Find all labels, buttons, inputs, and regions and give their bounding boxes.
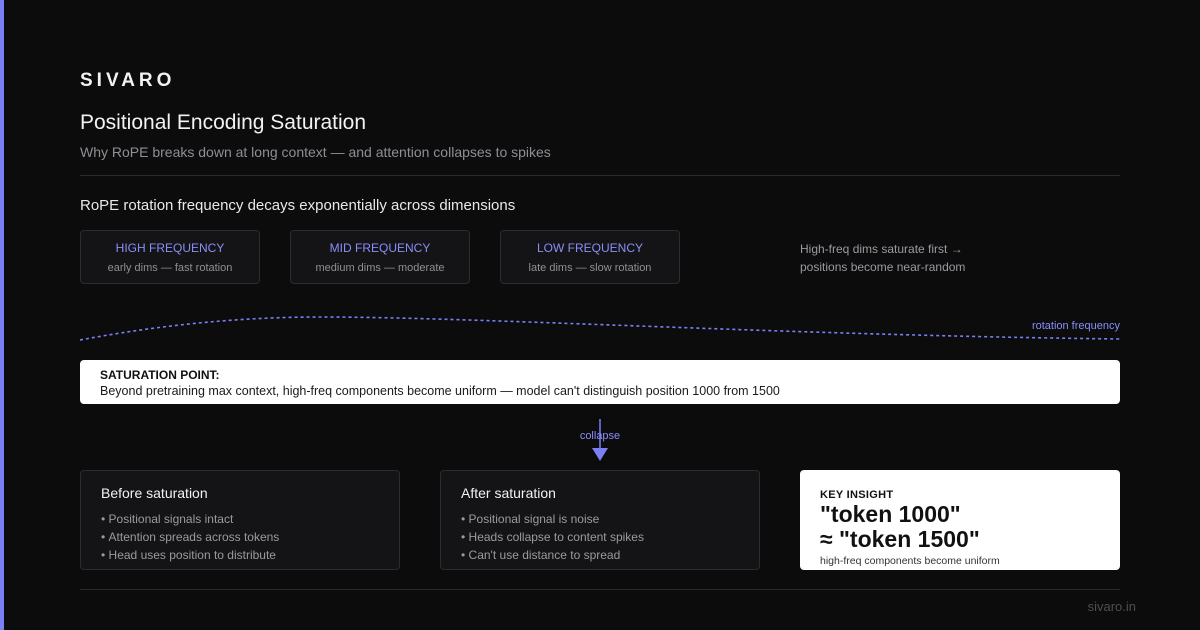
list-item: Positional signal is noise bbox=[461, 510, 739, 528]
card-description: early dims — fast rotation bbox=[107, 262, 233, 274]
arrow-label: collapse bbox=[579, 430, 621, 442]
footer-url: sivaro.in bbox=[1087, 599, 1136, 614]
list-item: Heads collapse to content spikes bbox=[461, 528, 739, 546]
insight-line-1: "token 1000" bbox=[820, 501, 961, 527]
saturation-body: Beyond pretraining max context, high-fre… bbox=[100, 384, 780, 398]
insight-heading: KEY INSIGHT bbox=[820, 489, 894, 501]
frequency-curve-line bbox=[80, 316, 1120, 341]
page-subtitle: Why RoPE breaks down at long context — a… bbox=[80, 144, 551, 160]
side-note-line-1: High-freq dims saturate first → bbox=[800, 242, 963, 256]
card-description: late dims — slow rotation bbox=[528, 262, 652, 274]
before-saturation-card: Before saturation Positional signals int… bbox=[80, 470, 400, 570]
saturation-heading: SATURATION POINT: bbox=[100, 368, 220, 382]
card-heading: After saturation bbox=[461, 485, 556, 501]
frequency-curve bbox=[80, 316, 1120, 341]
card-label: LOW FREQUENCY bbox=[536, 241, 643, 255]
footer-divider bbox=[80, 589, 1120, 590]
before-list: Positional signals intact Attention spre… bbox=[101, 510, 379, 564]
card-description: medium dims — moderate bbox=[315, 262, 445, 274]
card-label: MID FREQUENCY bbox=[329, 241, 431, 255]
after-saturation-card: After saturation Positional signal is no… bbox=[440, 470, 760, 570]
curve-label: rotation frequency bbox=[1031, 320, 1120, 332]
side-note-line-2: positions become near-random bbox=[800, 260, 966, 274]
list-item: Can't use distance to spread bbox=[461, 546, 739, 564]
insight-caption: high-freq components become uniform bbox=[820, 555, 1000, 567]
mid-frequency-card: MID FREQUENCY medium dims — moderate bbox=[290, 230, 470, 284]
after-list: Positional signal is noise Heads collaps… bbox=[461, 510, 739, 564]
saturation-point-box: SATURATION POINT: Beyond pretraining max… bbox=[80, 360, 1120, 404]
side-note: High-freq dims saturate first → position… bbox=[800, 240, 1020, 276]
header-divider bbox=[80, 175, 1120, 176]
accent-bar bbox=[0, 0, 4, 630]
section-heading: RoPE rotation frequency decays exponenti… bbox=[80, 197, 516, 214]
brand-logo: SIVARO bbox=[80, 70, 176, 91]
card-label: HIGH FREQUENCY bbox=[115, 241, 225, 255]
low-frequency-card: LOW FREQUENCY late dims — slow rotation bbox=[500, 230, 680, 284]
insight-line-2: ≈ "token 1500" bbox=[820, 526, 980, 552]
card-heading: Before saturation bbox=[101, 485, 208, 501]
key-insight-card: KEY INSIGHT "token 1000" ≈ "token 1500" … bbox=[800, 470, 1120, 570]
list-item: Positional signals intact bbox=[101, 510, 379, 528]
page-title: Positional Encoding Saturation bbox=[80, 111, 367, 134]
high-frequency-card: HIGH FREQUENCY early dims — fast rotatio… bbox=[80, 230, 260, 284]
list-item: Attention spreads across tokens bbox=[101, 528, 379, 546]
list-item: Head uses position to distribute bbox=[101, 546, 379, 564]
